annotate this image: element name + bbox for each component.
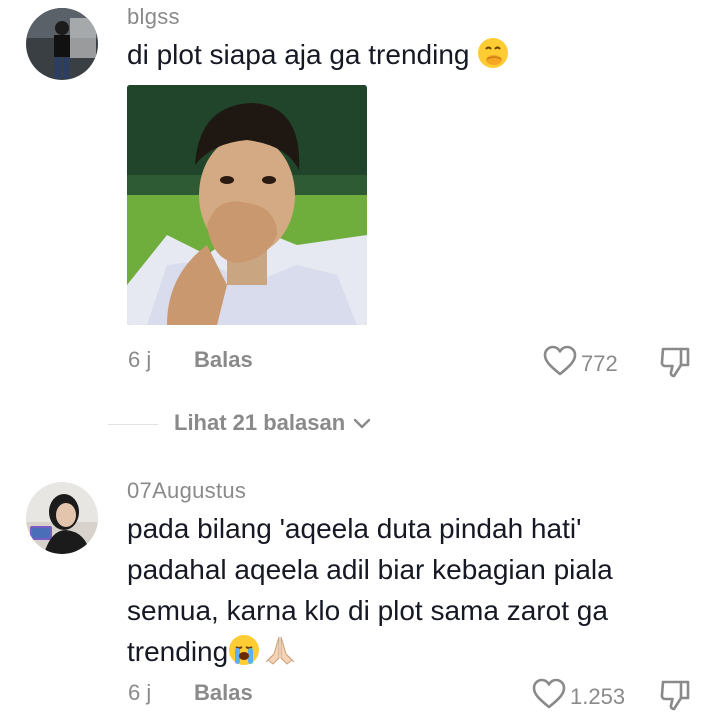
folded-hands-emoji [264, 634, 296, 677]
thumbs-down-icon [659, 680, 691, 716]
comment-text-line: trending [127, 636, 229, 667]
comment-text-line: padahal aqeela adil biar kebagian piala [127, 554, 613, 585]
comment-text-line: di plot siapa aja ga trending [127, 39, 470, 70]
loudly-crying-face-emoji [228, 634, 260, 677]
thumbs-down-icon [659, 347, 691, 383]
like-button[interactable]: 1.253 [532, 678, 625, 715]
like-button[interactable]: 772 [543, 345, 618, 382]
reply-button[interactable]: Balas [194, 347, 253, 373]
like-count: 772 [581, 350, 618, 376]
avatar-07augustus[interactable] [26, 482, 98, 554]
face-with-hand-over-mouth-emoji [477, 37, 509, 80]
dislike-button[interactable] [659, 678, 691, 717]
comment-timestamp: 6 j [128, 347, 152, 372]
reply-button[interactable]: Balas [194, 680, 253, 706]
comment-text: di plot siapa aja ga trending [127, 34, 509, 80]
comment-text-line-last: trending [127, 631, 707, 677]
heart-outline-icon [543, 345, 577, 382]
like-count: 1.253 [570, 683, 626, 709]
dislike-button[interactable] [659, 345, 691, 384]
comment-text-line: semua, karna klo di plot sama zarot ga [127, 595, 608, 626]
chevron-down-icon [353, 410, 371, 436]
avatar-blgss[interactable] [26, 8, 98, 80]
view-replies-label: Lihat 21 balasan [174, 410, 346, 435]
comment-photo[interactable] [127, 85, 367, 325]
comment-username[interactable]: 07Augustus [127, 478, 246, 504]
comment-timestamp: 6 j [128, 680, 152, 705]
heart-outline-icon [532, 678, 566, 715]
comment-text-line: pada bilang 'aqeela duta pindah hati' [127, 513, 582, 544]
comment-text: pada bilang 'aqeela duta pindah hati' pa… [127, 508, 707, 677]
replies-divider [108, 424, 158, 425]
view-replies-button[interactable]: Lihat 21 balasan [174, 410, 371, 436]
comment-username[interactable]: blgss [127, 4, 180, 30]
